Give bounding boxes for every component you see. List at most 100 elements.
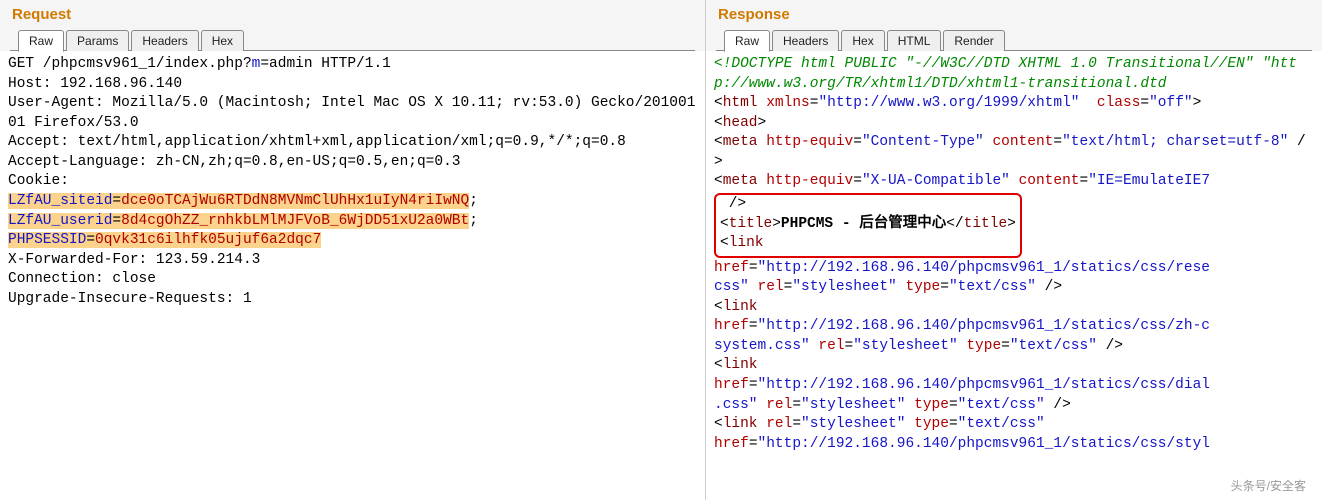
cookie-key: LZfAU_userid	[8, 213, 112, 229]
selfclose: />	[1036, 279, 1062, 295]
eq: =	[853, 173, 862, 189]
val: "IE=EmulateIE7	[1088, 173, 1210, 189]
attr: type	[905, 397, 949, 413]
tag-meta: meta	[723, 134, 758, 150]
eq: =	[749, 260, 758, 276]
val: "X-UA-Compatible"	[862, 173, 1010, 189]
attr: type	[905, 416, 949, 432]
tag-link: link	[723, 416, 758, 432]
val: "stylesheet"	[801, 416, 905, 432]
lt: <	[714, 95, 723, 111]
eq: =	[749, 436, 758, 452]
attr: href	[714, 436, 749, 452]
tab-headers[interactable]: Headers	[131, 30, 198, 51]
tab-raw[interactable]: Raw	[724, 30, 770, 52]
lt: <	[714, 173, 723, 189]
val: "text/css"	[958, 416, 1045, 432]
val: "http://www.w3.org/1999/xhtml"	[818, 95, 1079, 111]
request-panel: Request Raw Params Headers Hex GET /phpc…	[0, 0, 706, 500]
attr: http-equiv	[758, 173, 854, 189]
lt: <	[714, 416, 723, 432]
attr: class	[1079, 95, 1140, 111]
eq: =	[1001, 338, 1010, 354]
attr: rel	[749, 279, 784, 295]
eq: =	[792, 416, 801, 432]
cookie-val: 0qvk31c6ilhfk05ujuf6a2dqc7	[95, 232, 321, 248]
cookie-val: dce0oTCAjWu6RTDdN8MVNmClUhHx1uIyN4riIwNQ	[121, 193, 469, 209]
eq: =	[949, 416, 958, 432]
req-acclang: Accept-Language: zh-CN,zh;q=0.8,en-US;q=…	[8, 154, 460, 170]
tag-meta: meta	[723, 173, 758, 189]
tag-link: link	[729, 235, 764, 251]
response-tabs: Raw Headers Hex HTML Render	[716, 29, 1312, 51]
req-xff: X-Forwarded-For: 123.59.214.3	[8, 252, 260, 268]
val: css"	[714, 279, 749, 295]
lt: <	[714, 357, 723, 373]
attr: type	[958, 338, 1002, 354]
tab-hex[interactable]: Hex	[841, 30, 884, 51]
request-title: Request	[10, 6, 695, 23]
eq: =	[949, 397, 958, 413]
selfclose: />	[720, 196, 746, 212]
tab-raw[interactable]: Raw	[18, 30, 64, 52]
attr: xmlns	[758, 95, 810, 111]
attr: http-equiv	[758, 134, 854, 150]
attr: href	[714, 318, 749, 334]
val: "stylesheet"	[801, 397, 905, 413]
selfclose: />	[1045, 397, 1071, 413]
lt: <	[714, 134, 723, 150]
attr: href	[714, 377, 749, 393]
doctype: <!DOCTYPE html PUBLIC "-//W3C//DTD XHTML…	[714, 56, 1297, 92]
tab-hex[interactable]: Hex	[201, 30, 244, 51]
gt: >	[1193, 95, 1202, 111]
tab-headers[interactable]: Headers	[772, 30, 839, 51]
tab-params[interactable]: Params	[66, 30, 129, 51]
attr: content	[984, 134, 1054, 150]
val: "text/css"	[958, 397, 1045, 413]
eq: =	[792, 397, 801, 413]
response-panel: Response Raw Headers Hex HTML Render <!D…	[706, 0, 1322, 500]
request-tabs: Raw Params Headers Hex	[10, 29, 695, 51]
val: "http://192.168.96.140/phpcmsv961_1/stat…	[758, 436, 1210, 452]
req-line: GET /phpcmsv961_1/index.php?	[8, 56, 252, 72]
req-ua: User-Agent: Mozilla/5.0 (Macintosh; Inte…	[8, 95, 695, 131]
tag-html: html	[723, 95, 758, 111]
tag-head: head	[723, 115, 758, 131]
request-body[interactable]: GET /phpcmsv961_1/index.php?m=admin HTTP…	[0, 51, 705, 313]
tag-link: link	[723, 299, 758, 315]
val: "http://192.168.96.140/phpcmsv961_1/stat…	[758, 318, 1210, 334]
val: "Content-Type"	[862, 134, 984, 150]
selfclose: />	[1097, 338, 1123, 354]
cookie-key: PHPSESSID	[8, 232, 86, 248]
gt: >	[1007, 216, 1016, 232]
lt: <	[714, 299, 723, 315]
tab-html[interactable]: HTML	[887, 30, 942, 51]
tag-link: link	[723, 357, 758, 373]
response-header: Response Raw Headers Hex HTML Render	[706, 0, 1322, 51]
eq: =	[940, 279, 949, 295]
req-line: =admin HTTP/1.1	[260, 56, 391, 72]
tag-title: title	[964, 216, 1008, 232]
req-host: Host: 192.168.96.140	[8, 76, 182, 92]
response-title: Response	[716, 6, 1312, 23]
title-text: PHPCMS - 后台管理中心	[781, 216, 946, 232]
eq: =	[845, 338, 854, 354]
val: "stylesheet"	[853, 338, 957, 354]
req-conn: Connection: close	[8, 271, 156, 287]
req-upgr: Upgrade-Insecure-Requests: 1	[8, 291, 252, 307]
close: </	[946, 216, 963, 232]
lt: <	[714, 115, 723, 131]
tab-render[interactable]: Render	[943, 30, 1004, 51]
response-body[interactable]: <!DOCTYPE html PUBLIC "-//W3C//DTD XHTML…	[706, 51, 1322, 458]
val: "text/css"	[1010, 338, 1097, 354]
eq: =	[1053, 134, 1062, 150]
attr: content	[1010, 173, 1080, 189]
highlight-box: /> <title>PHPCMS - 后台管理中心</title> <link	[714, 193, 1022, 258]
val: system.css"	[714, 338, 810, 354]
eq: =	[749, 318, 758, 334]
attr: href	[714, 260, 749, 276]
gt: >	[772, 216, 781, 232]
gt: >	[758, 115, 767, 131]
attr: rel	[810, 338, 845, 354]
val: .css"	[714, 397, 758, 413]
